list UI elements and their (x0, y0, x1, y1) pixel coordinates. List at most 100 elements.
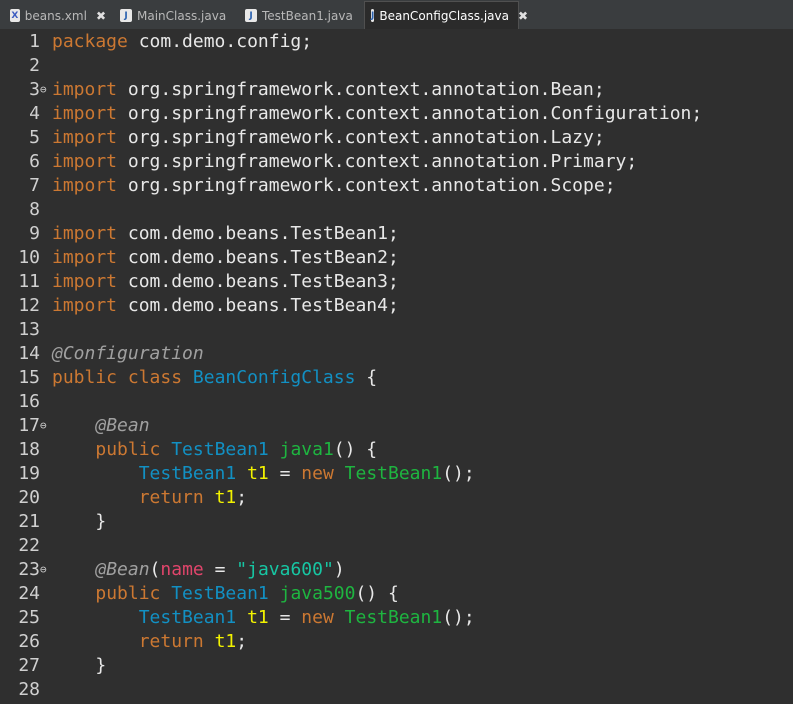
code-line[interactable]: 9 import com.demo.beans.TestBean1; (0, 222, 399, 246)
code-token-meth: TestBean1 (344, 463, 443, 484)
code-line[interactable]: 2 (0, 54, 52, 78)
code-token-plain: com.demo.config; (127, 31, 313, 52)
code-line[interactable]: 7 import org.springframework.context.anno… (0, 174, 616, 198)
code-text: import org.springframework.context.annot… (52, 174, 616, 198)
code-token-param: name (160, 559, 204, 580)
code-token-plain: } (52, 511, 107, 532)
line-number: 25 (18, 607, 40, 628)
code-line[interactable]: 6 import org.springframework.context.anno… (0, 150, 637, 174)
code-line[interactable]: 25 TestBean1 t1 = new TestBean1(); (0, 606, 475, 630)
code-token-meth: java500 (279, 583, 356, 604)
code-token-cls: BeanConfigClass (192, 367, 356, 388)
close-icon[interactable]: ✖ (96, 9, 106, 23)
code-token-ann: @Configuration (52, 343, 204, 364)
code-token-meth: TestBean1 (344, 607, 443, 628)
code-line[interactable]: 15 public class BeanConfigClass { (0, 366, 377, 390)
tab-mainclass-java[interactable]: J MainClass.java (114, 2, 239, 29)
code-token-kw: import (52, 151, 118, 172)
code-token-kw: return (138, 487, 215, 508)
code-line[interactable]: 10 import com.demo.beans.TestBean2; (0, 246, 399, 270)
code-text: import org.springframework.context.annot… (52, 150, 637, 174)
code-line[interactable]: 28 (0, 678, 52, 702)
code-line[interactable]: 8 (0, 198, 52, 222)
code-token-cls: TestBean1 (171, 583, 269, 604)
code-token-plain: () { (355, 583, 399, 604)
code-token-plain: = (203, 559, 237, 580)
code-line[interactable]: 18 public TestBean1 java1() { (0, 438, 377, 462)
code-line[interactable]: 22 (0, 534, 52, 558)
code-text: public class BeanConfigClass { (52, 366, 377, 390)
code-text: package com.demo.config; (52, 30, 312, 54)
line-number: 11 (18, 271, 40, 292)
line-number: 8 (29, 199, 40, 220)
line-number: 5 (29, 127, 40, 148)
line-number: 16 (18, 391, 40, 412)
code-line[interactable]: 12 import com.demo.beans.TestBean4; (0, 294, 399, 318)
code-text: @Bean (52, 414, 150, 438)
code-line[interactable]: 11 import com.demo.beans.TestBean3; (0, 270, 399, 294)
fold-collapse-icon[interactable]: ⊖ (40, 558, 52, 582)
code-token-plain: org.springframework.context.annotation.P… (117, 151, 638, 172)
code-line[interactable]: 4 import org.springframework.context.anno… (0, 102, 702, 126)
line-number: 13 (18, 319, 40, 340)
code-line[interactable]: 26 return t1; (0, 630, 247, 654)
code-token-ann: @Bean (95, 559, 150, 580)
code-line[interactable]: 13 (0, 318, 52, 342)
code-line[interactable]: 21 } (0, 510, 106, 534)
code-line[interactable]: 27 } (0, 654, 106, 678)
code-line[interactable]: 5 import org.springframework.context.anno… (0, 126, 605, 150)
line-number: 10 (18, 247, 40, 268)
tab-testbean1-java[interactable]: J TestBean1.java (239, 2, 364, 29)
code-text: import com.demo.beans.TestBean3; (52, 270, 399, 294)
code-text: import com.demo.beans.TestBean4; (52, 294, 399, 318)
code-line[interactable]: 24 public TestBean1 java500() { (0, 582, 399, 606)
fold-collapse-icon[interactable]: ⊖ (40, 78, 52, 102)
code-token-kw: package (52, 31, 128, 52)
line-number: 27 (18, 655, 40, 676)
code-text: @Configuration (52, 342, 204, 366)
code-token-kw: import (52, 127, 118, 148)
code-token-kw: return (138, 631, 215, 652)
code-token-plain: org.springframework.context.annotation.B… (117, 79, 605, 100)
fold-collapse-icon[interactable]: ⊖ (40, 414, 52, 438)
code-token-ann: @Bean (95, 415, 150, 436)
code-token-kw: import (52, 271, 118, 292)
line-number: 28 (18, 679, 40, 700)
java-file-icon: J (120, 9, 132, 22)
code-token-plain: org.springframework.context.annotation.S… (117, 175, 616, 196)
code-token-plain: com.demo.beans.TestBean4; (117, 295, 399, 316)
code-token-str: "java600" (236, 559, 334, 580)
tab-beans-xml[interactable]: Xbeans.xml ✖ (4, 2, 114, 29)
java-file-icon: J (245, 9, 257, 22)
tab-beanconfigclass-java[interactable]: J BeanConfigClass.java ✖ (364, 1, 528, 29)
code-line[interactable]: 16 (0, 390, 52, 414)
code-token-kw: import (52, 247, 118, 268)
code-token-kw: new (301, 607, 345, 628)
code-line[interactable]: 23⊖ @Bean(name = "java600") (0, 558, 344, 582)
tab-label: MainClass.java (137, 8, 227, 23)
code-token-plain: ; (236, 487, 248, 508)
code-token-plain: (); (442, 463, 475, 484)
code-line[interactable]: 17⊖ @Bean (0, 414, 150, 438)
code-line[interactable]: 14 @Configuration (0, 342, 204, 366)
tab-label: BeanConfigClass.java (379, 8, 509, 23)
code-line[interactable]: 1 package com.demo.config; (0, 30, 312, 54)
close-icon[interactable]: ✖ (518, 9, 528, 23)
line-number: 21 (18, 511, 40, 532)
line-number: 14 (18, 343, 40, 364)
code-line[interactable]: 3⊖ import org.springframework.context.ann… (0, 78, 605, 102)
code-line[interactable]: 19 TestBean1 t1 = new TestBean1(); (0, 462, 475, 486)
java-file-icon: J (371, 9, 375, 22)
code-token-plain: com.demo.beans.TestBean2; (117, 247, 399, 268)
code-line[interactable]: 20 return t1; (0, 486, 247, 510)
code-editor[interactable]: 1 package com.demo.config; 2 3⊖ import org.s… (0, 29, 793, 704)
code-token-plain: (); (442, 607, 475, 628)
code-text: } (52, 654, 106, 678)
